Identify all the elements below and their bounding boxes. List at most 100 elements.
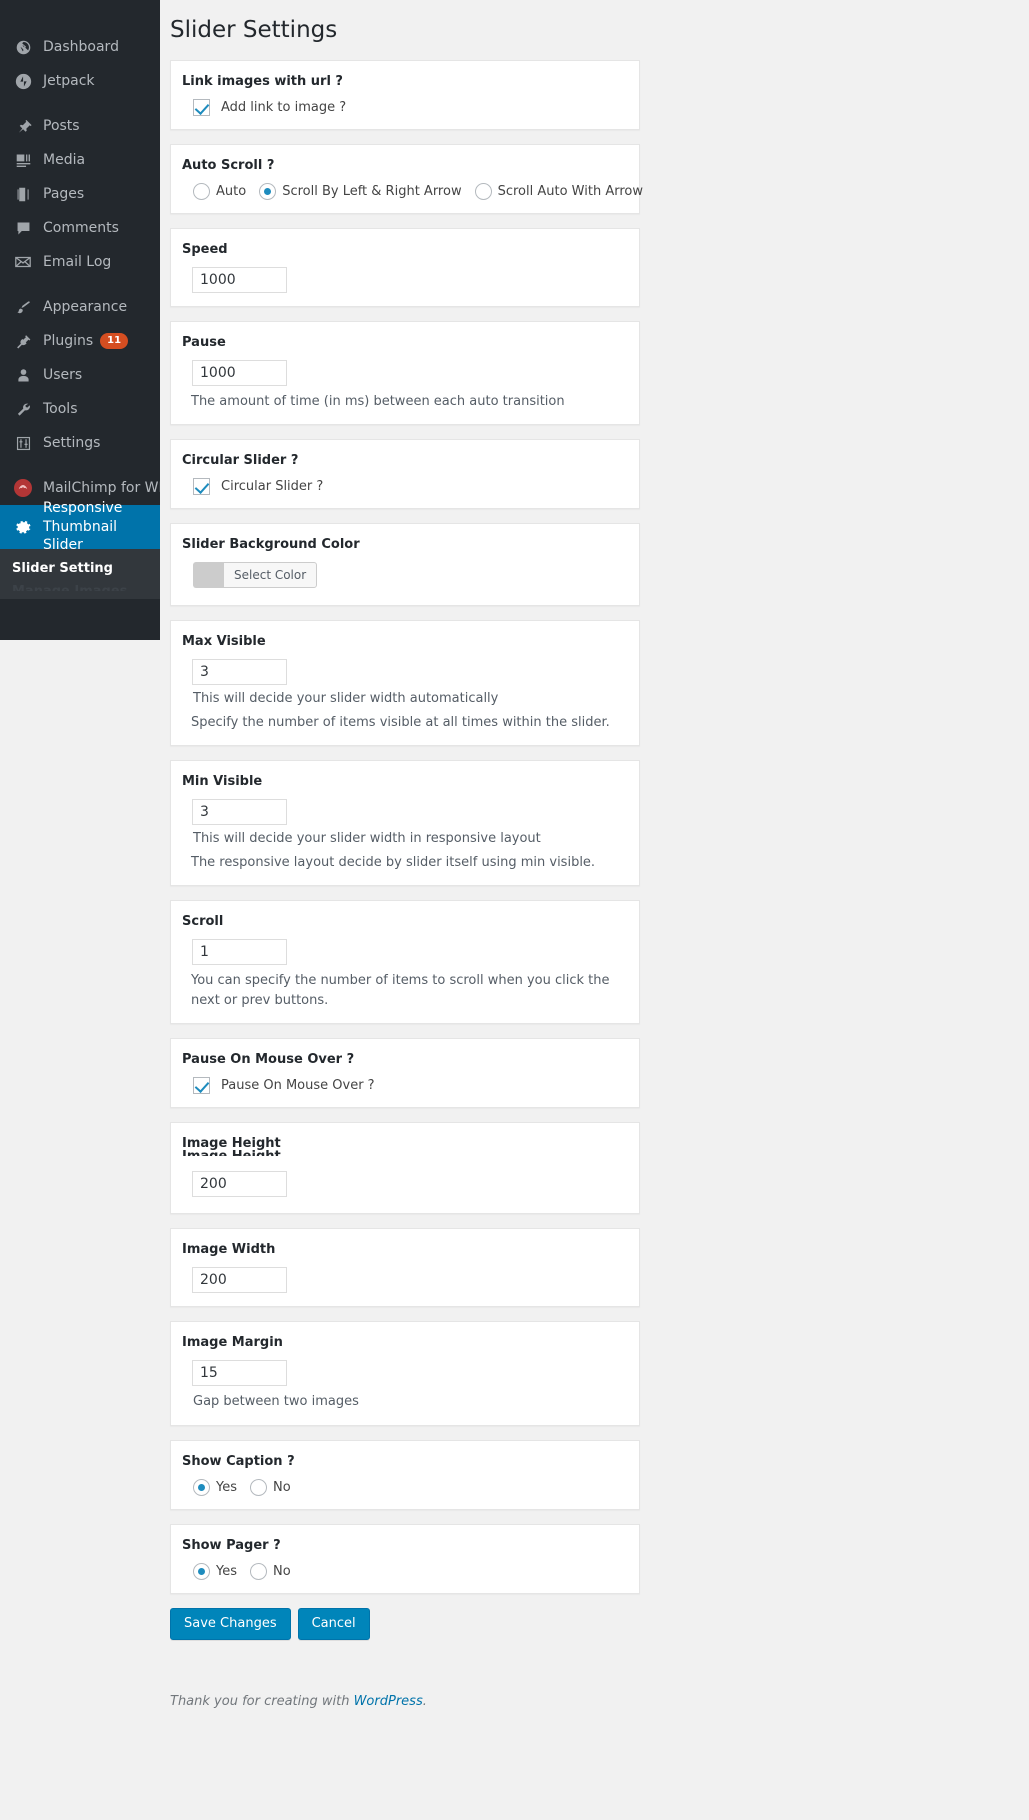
radio-label-caption-yes: Yes (216, 1479, 237, 1495)
help-text-scroll: You can specify the number of items to s… (191, 973, 610, 1008)
panel-pause: Pause The amount of time (in ms) between… (170, 320, 640, 426)
field-label-speed: Speed (182, 241, 228, 257)
sidebar-item-plugins[interactable]: Plugins 11 (0, 324, 160, 358)
sidebar-item-label: Dashboard (43, 38, 119, 55)
sidebar-item-settings[interactable]: Settings (0, 426, 160, 460)
cancel-button[interactable]: Cancel (297, 1607, 370, 1641)
field-label-pause: Pause (182, 334, 226, 350)
help-text-image-margin: Gap between two images (193, 1394, 359, 1410)
sidebar-item-label: Responsive Thumbnail Slider (43, 499, 123, 554)
help-text-min-visible-1: This will decide your slider width in re… (193, 831, 541, 847)
sidebar-item-tools[interactable]: Tools (0, 392, 160, 426)
sidebar-item-comments[interactable]: Comments (0, 211, 160, 245)
panel-image-height: Image Height Image Height (170, 1122, 640, 1215)
radio-group-auto-scroll: Auto Scroll By Left & Right Arrow Scroll… (193, 182, 643, 200)
radio-label-pager-yes: Yes (216, 1563, 237, 1579)
sidebar-item-label: Posts (43, 117, 80, 134)
panel-show-caption: Show Caption ? Yes No (170, 1439, 640, 1510)
checkbox-row-circular-slider[interactable]: Circular Slider ? (193, 478, 627, 496)
admin-footer: Thank you for creating with WordPress. (170, 1694, 1029, 1709)
sidebar-item-label: Email Log (43, 253, 112, 270)
radio-caption-yes[interactable] (193, 1478, 210, 1496)
footer-text-before: Thank you for creating with (170, 1694, 354, 1710)
save-changes-button[interactable]: Save Changes (170, 1607, 291, 1641)
panel-speed: Speed (170, 227, 640, 307)
panel-scroll: Scroll You can specify the number of ite… (170, 900, 640, 1025)
wordpress-link[interactable]: WordPress (354, 1694, 423, 1709)
field-label-link-images: Link images with url ? (182, 73, 343, 89)
circular-slider-checkbox[interactable] (193, 478, 210, 496)
sidebar-item-jetpack[interactable]: Jetpack (0, 64, 160, 98)
add-link-to-image-checkbox[interactable] (193, 98, 210, 116)
scroll-input[interactable] (192, 939, 287, 966)
color-picker[interactable]: Select Color (193, 562, 318, 589)
radio-label-scroll-auto-with-arrow: Scroll Auto With Arrow (497, 183, 643, 199)
sidebar-item-label: Settings (43, 434, 101, 451)
radio-option-pager-yes[interactable]: Yes (193, 1562, 237, 1580)
sidebar-item-responsive-thumbnail-slider[interactable]: Responsive Thumbnail Slider (0, 500, 168, 553)
radio-option-caption-no[interactable]: No (250, 1478, 291, 1496)
radio-auto[interactable] (193, 182, 210, 200)
sidebar-item-label: Pages (43, 185, 85, 202)
radio-option-auto[interactable]: Auto (193, 182, 246, 200)
select-color-button[interactable]: Select Color (223, 562, 318, 589)
jetpack-icon (12, 71, 34, 91)
radio-group-show-caption: Yes No (193, 1478, 627, 1496)
field-label-image-width: Image Width (182, 1242, 276, 1258)
sidebar-item-appearance[interactable]: Appearance (0, 290, 160, 324)
sidebar-submenu-item-slider-setting[interactable]: Slider Setting (0, 555, 160, 582)
sidebar-item-label: Media (43, 151, 86, 168)
speed-input[interactable] (192, 266, 287, 293)
radio-option-pager-no[interactable]: No (250, 1562, 291, 1580)
mailchimp-icon (12, 478, 34, 498)
field-label-show-caption: Show Caption ? (182, 1453, 295, 1469)
pin-icon (12, 116, 34, 136)
sidebar-item-posts[interactable]: Posts (0, 109, 160, 143)
brush-icon (12, 297, 34, 317)
radio-scroll-by-arrow[interactable] (259, 182, 277, 200)
media-icon (12, 150, 34, 170)
sidebar-submenu-item-manage-images[interactable]: Manage Images (0, 582, 160, 591)
help-text-pause: The amount of time (in ms) between each … (191, 393, 565, 409)
panel-image-margin: Image Margin Gap between two images (170, 1321, 640, 1426)
sidebar-top-spacer (0, 0, 160, 30)
max-visible-input[interactable] (192, 659, 287, 686)
min-visible-input[interactable] (192, 799, 287, 826)
sidebar-item-label: Jetpack (43, 72, 95, 89)
sidebar-item-users[interactable]: Users (0, 358, 160, 392)
sidebar-item-dashboard[interactable]: Dashboard (0, 30, 160, 64)
field-label-scroll: Scroll (182, 914, 224, 930)
panel-show-pager: Show Pager ? Yes No (170, 1523, 640, 1594)
help-text-max-visible-1: This will decide your slider width autom… (193, 691, 499, 707)
field-label-max-visible: Max Visible (182, 634, 266, 650)
radio-option-scroll-by-arrow[interactable]: Scroll By Left & Right Arrow (259, 182, 462, 200)
pages-icon (12, 184, 34, 204)
panel-image-width: Image Width (170, 1228, 640, 1308)
plugins-update-badge: 11 (100, 333, 129, 349)
radio-option-caption-yes[interactable]: Yes (193, 1478, 237, 1496)
form-actions: Save Changes Cancel (170, 1607, 1029, 1641)
envelope-icon (12, 252, 34, 272)
wrench-icon (12, 399, 34, 419)
help-text-max-visible-2: Specify the number of items visible at a… (191, 714, 610, 730)
sidebar-item-pages[interactable]: Pages (0, 177, 160, 211)
radio-pager-no[interactable] (250, 1562, 267, 1580)
panel-circular-slider: Circular Slider ? Circular Slider ? (170, 439, 640, 510)
field-label-auto-scroll: Auto Scroll ? (182, 157, 275, 173)
pause-on-mouse-over-checkbox[interactable] (193, 1077, 210, 1095)
radio-option-scroll-auto-with-arrow[interactable]: Scroll Auto With Arrow (474, 182, 643, 200)
checkbox-row-pause-on-mouse-over[interactable]: Pause On Mouse Over ? (193, 1077, 627, 1095)
image-margin-input[interactable] (192, 1360, 287, 1387)
footer-text-after: . (422, 1694, 427, 1710)
panel-auto-scroll: Auto Scroll ? Auto Scroll By Left & Righ… (170, 143, 643, 214)
color-swatch[interactable] (193, 562, 223, 589)
radio-caption-no[interactable] (250, 1478, 267, 1496)
pause-input[interactable] (192, 359, 287, 386)
image-width-input[interactable] (192, 1267, 287, 1294)
checkbox-row-add-link[interactable]: Add link to image ? (193, 98, 627, 116)
sidebar-item-media[interactable]: Media (0, 143, 160, 177)
sidebar-item-email-log[interactable]: Email Log (0, 245, 160, 279)
image-height-input[interactable] (192, 1171, 287, 1198)
radio-pager-yes[interactable] (193, 1562, 210, 1580)
radio-scroll-auto-with-arrow[interactable] (474, 182, 492, 200)
